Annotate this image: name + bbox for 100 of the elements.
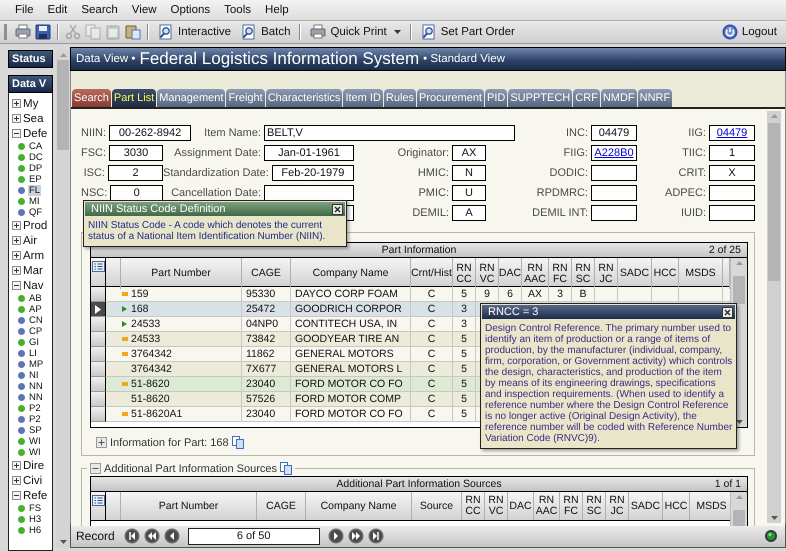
input-field[interactable]: A [452, 205, 486, 221]
scroll-thumb[interactable] [57, 60, 70, 150]
input-field[interactable]: Jan-01-1961 [264, 145, 354, 161]
input-field[interactable]: 04479 [591, 125, 637, 141]
expand-icon[interactable] [12, 266, 21, 275]
collapse-icon[interactable] [90, 463, 101, 474]
tab[interactable]: Search [72, 89, 111, 107]
row-selector[interactable] [91, 317, 106, 332]
close-icon[interactable] [722, 306, 733, 318]
collapse-icon[interactable] [12, 491, 21, 500]
scroll-thumb[interactable] [733, 276, 745, 304]
expand-icon[interactable] [12, 476, 21, 485]
column-header[interactable]: Source [412, 492, 462, 520]
tree-item[interactable]: Nav [23, 280, 44, 292]
menu-item[interactable]: Options [164, 2, 218, 18]
row-selector[interactable] [91, 407, 106, 422]
tree-item[interactable]: Sea [23, 112, 44, 124]
tree-item[interactable]: DC [28, 152, 44, 163]
tree-item[interactable]: SP [28, 425, 43, 436]
tree-item[interactable]: Air [23, 234, 38, 246]
tree-item[interactable]: NN [28, 392, 44, 403]
copy-icon[interactable] [232, 436, 244, 449]
row-selector[interactable] [91, 347, 106, 362]
rewind-button[interactable] [144, 528, 160, 544]
input-field[interactable]: 00-262-8942 [109, 125, 191, 141]
expand-icon[interactable] [12, 251, 21, 260]
column-header[interactable]: HCC [663, 492, 690, 520]
previous-record-button[interactable] [164, 528, 180, 544]
tree-item[interactable]: My [23, 98, 38, 110]
toolbar-button[interactable]: Batch [238, 23, 294, 41]
column-chooser-icon[interactable] [92, 495, 104, 506]
tree-item[interactable]: WI [28, 436, 42, 447]
tree-item[interactable]: FS [28, 503, 42, 514]
row-selector[interactable] [91, 392, 106, 407]
expand-icon[interactable] [12, 461, 21, 470]
tree-item[interactable]: P2 [28, 403, 42, 414]
toolbar-button[interactable]: Quick Print [307, 23, 404, 41]
input-field[interactable]: Feb-20-1979 [272, 165, 354, 181]
tree-item[interactable]: EP [28, 174, 43, 185]
menu-item[interactable]: Help [258, 2, 296, 18]
input-field[interactable] [709, 205, 755, 221]
panel-header[interactable]: Data V [8, 75, 54, 93]
column-header[interactable]: RN CC [462, 492, 485, 520]
fast-forward-button[interactable] [348, 528, 364, 544]
first-record-button[interactable] [124, 528, 140, 544]
row-selector[interactable] [91, 332, 106, 347]
column-header[interactable]: SADC [629, 492, 663, 520]
menu-item[interactable]: File [8, 2, 41, 18]
tab[interactable]: NNRF [638, 89, 672, 107]
column-header[interactable]: CAGE [257, 492, 306, 520]
expand-icon[interactable] [12, 114, 21, 123]
tree-item[interactable]: NI [28, 370, 40, 381]
tree-item[interactable]: DP [28, 163, 44, 174]
tree-item[interactable]: H6 [28, 525, 42, 536]
column-header[interactable]: RN VC [485, 492, 508, 520]
value-link[interactable]: A228B0 [594, 147, 634, 159]
tree-item[interactable]: MI [28, 196, 41, 207]
copy-icon[interactable] [280, 462, 292, 475]
tab[interactable]: PID [485, 89, 508, 107]
input-field[interactable]: 1 [709, 145, 755, 161]
input-field[interactable]: 2 [108, 165, 163, 181]
expand-icon[interactable] [12, 99, 21, 108]
toolbar-button[interactable]: Interactive [155, 23, 234, 41]
collapse-icon[interactable] [12, 281, 21, 290]
tree-item[interactable]: WI [28, 447, 42, 458]
input-field[interactable]: AX [452, 145, 486, 161]
menu-item[interactable]: View [124, 2, 164, 18]
menu-item[interactable]: Search [74, 2, 125, 18]
input-field[interactable]: U [452, 185, 486, 201]
input-field[interactable] [264, 185, 354, 201]
tree-item[interactable]: CP [28, 326, 44, 337]
tree-item[interactable]: AB [28, 293, 43, 304]
row-selector[interactable] [91, 302, 106, 317]
tree-item[interactable]: AP [28, 304, 43, 315]
tree-item[interactable]: Mar [23, 264, 43, 276]
column-header[interactable]: RN AAC [534, 492, 560, 520]
tab[interactable]: Characteristics [266, 89, 342, 107]
expand-icon[interactable] [12, 221, 21, 230]
input-field[interactable] [709, 185, 755, 201]
column-header[interactable]: Part Number [121, 492, 257, 520]
next-record-button[interactable] [328, 528, 344, 544]
input-field[interactable]: 0 [110, 185, 163, 201]
tree-item[interactable]: Dire [23, 460, 44, 472]
tree-item[interactable]: MP [28, 359, 44, 370]
tab[interactable]: Rules [384, 89, 416, 107]
tree-item[interactable]: Civi [23, 474, 42, 486]
column-header[interactable]: DAC [508, 492, 534, 520]
tree-item[interactable]: H3 [28, 514, 42, 525]
tab[interactable]: SUPPTECH [508, 89, 572, 107]
scroll-thumb[interactable] [768, 123, 780, 281]
tree-item[interactable]: NN [28, 381, 44, 392]
tab[interactable]: Freight [226, 89, 265, 107]
tree-item[interactable]: Prod [23, 220, 48, 232]
input-field[interactable] [591, 185, 637, 201]
column-header[interactable]: RN JC [606, 492, 629, 520]
row-selector[interactable] [91, 377, 106, 392]
tree-item[interactable]: GI [28, 337, 40, 348]
menu-item[interactable]: Tools [217, 2, 258, 18]
tab[interactable]: CRF [573, 89, 600, 107]
expand-icon[interactable] [12, 236, 21, 245]
